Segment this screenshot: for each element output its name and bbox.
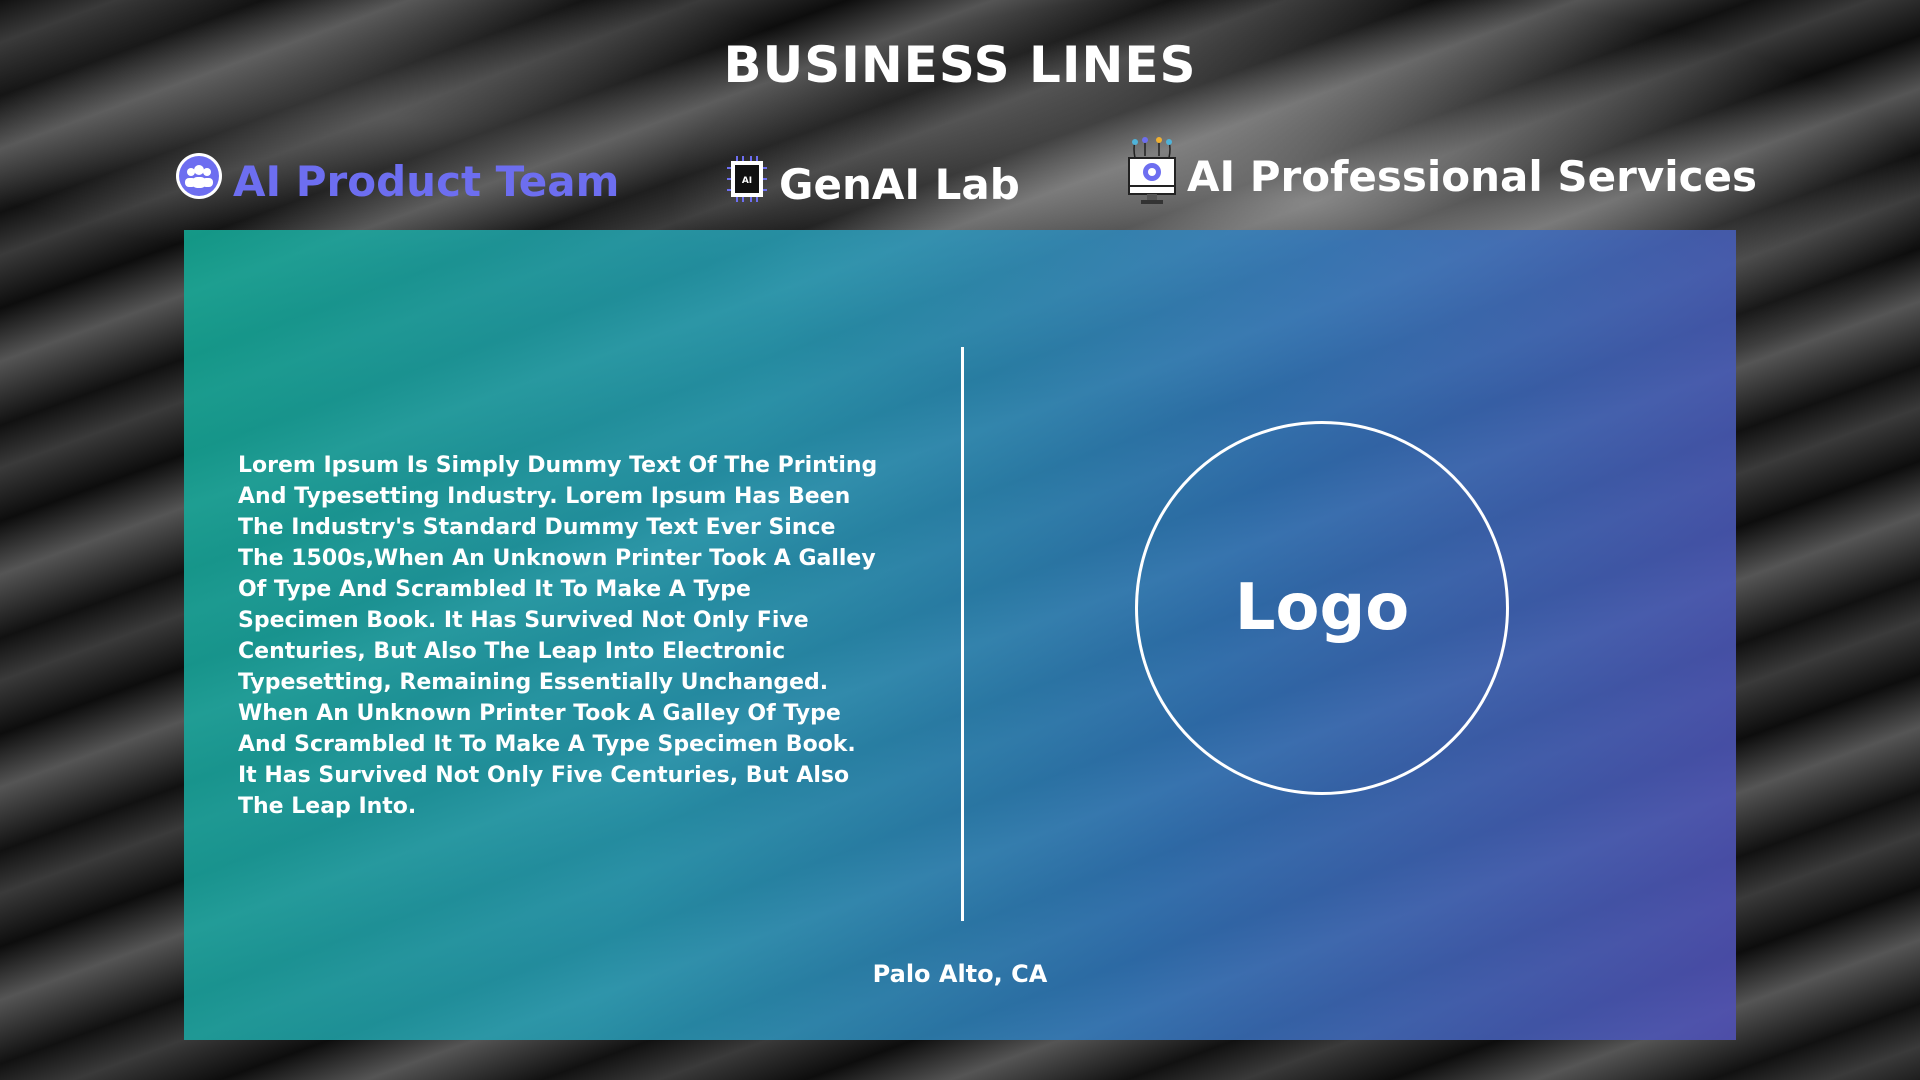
team-icon — [175, 152, 223, 210]
tab-ai-product-team[interactable]: AI Product Team — [175, 152, 619, 210]
content-panel: Lorem Ipsum Is Simply Dummy Text Of The … — [184, 230, 1736, 1040]
logo-placeholder: Logo — [1135, 421, 1509, 795]
tab-label: AI Product Team — [233, 156, 620, 206]
location-text: Palo Alto, CA — [872, 960, 1048, 988]
tab-label: AI Professional Services — [1187, 151, 1757, 201]
description-text: Lorem Ipsum Is Simply Dummy Text Of The … — [238, 453, 878, 819]
tab-label: GenAI Lab — [779, 159, 1020, 209]
logo-label: Logo — [1234, 571, 1410, 645]
tab-ai-professional-services[interactable]: AI Professional Services — [1127, 136, 1757, 216]
ai-chip-icon: AI — [725, 154, 769, 214]
tab-genai-lab[interactable]: AI GenAI Lab — [725, 154, 1020, 214]
svg-text:AI: AI — [742, 176, 752, 186]
page-title: BUSINESS LINES — [723, 36, 1197, 94]
divider — [961, 347, 964, 921]
monitor-gear-icon — [1127, 136, 1177, 216]
